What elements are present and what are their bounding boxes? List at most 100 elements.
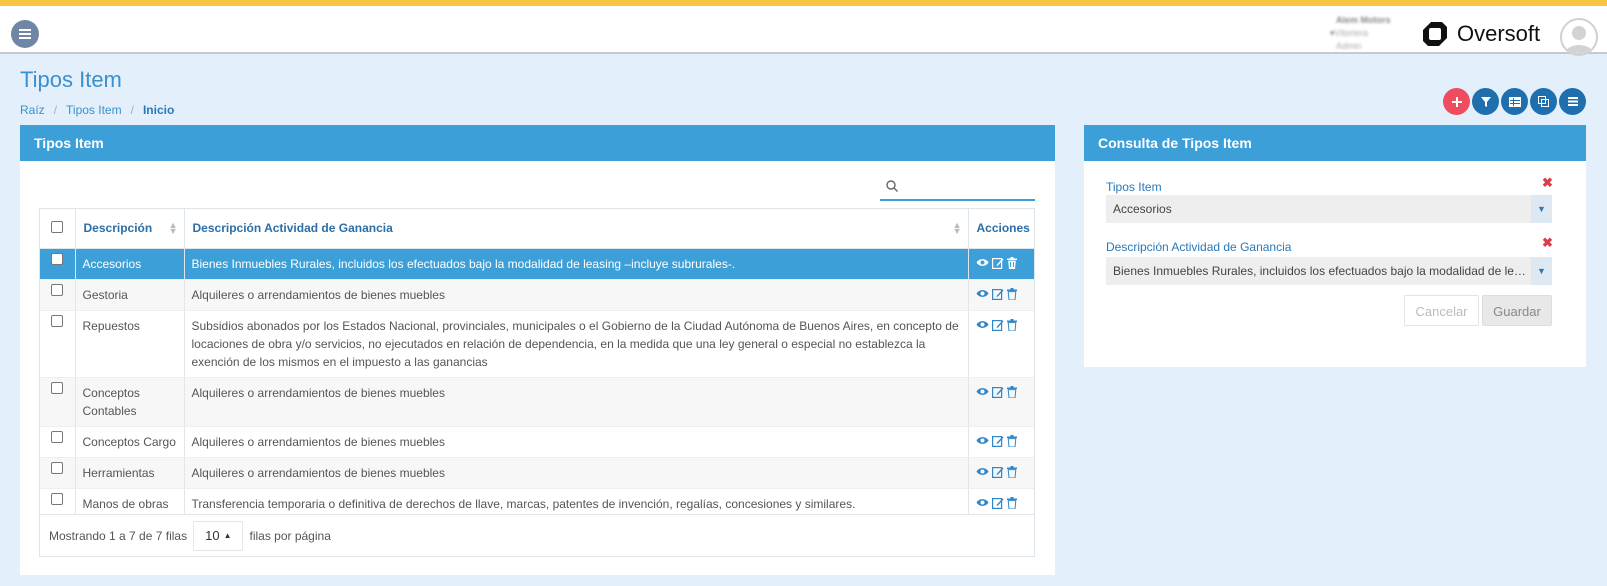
breadcrumb-root[interactable]: Raíz — [20, 103, 45, 117]
delete-icon[interactable] — [1006, 385, 1017, 398]
column-header-descripcion[interactable]: Descripción ▲ ▼ — [75, 209, 185, 249]
clear-tipos-item-icon[interactable]: ✖ — [1542, 175, 1553, 191]
row-checkbox[interactable] — [51, 492, 64, 505]
user-avatar-icon — [1565, 26, 1593, 54]
copy-icon — [1538, 96, 1549, 107]
delete-icon[interactable] — [1006, 496, 1017, 509]
user-role: Admin — [1336, 41, 1362, 51]
view-icon[interactable] — [976, 498, 989, 507]
breadcrumb-separator: / — [130, 103, 134, 117]
row-checkbox[interactable] — [51, 430, 64, 443]
view-icon[interactable] — [976, 320, 989, 329]
brand: Oversoft — [1422, 20, 1540, 48]
cell-acciones — [968, 310, 1034, 378]
clear-actividad-icon[interactable]: ✖ — [1542, 235, 1553, 251]
page-size-dropdown[interactable]: 10 ▲ — [193, 520, 244, 551]
cell-actividad: Alquileres o arrendamientos de bienes mu… — [184, 426, 969, 458]
table-row[interactable]: Gestoria Alquileres o arrendamientos de … — [40, 279, 1034, 311]
search-input[interactable] — [906, 176, 1031, 198]
delete-icon[interactable] — [1006, 256, 1017, 269]
row-check-cell — [40, 457, 76, 489]
cell-acciones — [968, 426, 1034, 458]
cell-acciones — [968, 457, 1034, 489]
avatar[interactable] — [1560, 18, 1598, 56]
save-button[interactable]: Guardar — [1482, 295, 1552, 326]
select-all-checkbox[interactable] — [51, 220, 64, 233]
actividad-select[interactable]: Bienes Inmuebles Rurales, incluidos los … — [1106, 257, 1531, 285]
grid-icon — [1508, 96, 1521, 107]
row-check-cell — [40, 248, 76, 280]
column-header-label: Descripción Actividad de Ganancia — [192, 221, 393, 236]
hamburger-icon — [19, 29, 31, 39]
chevron-down-icon[interactable]: ▼ — [1531, 195, 1552, 223]
table-row[interactable]: Repuestos Subsidios abonados por los Est… — [40, 310, 1034, 378]
edit-icon[interactable] — [991, 288, 1004, 300]
view-icon[interactable] — [976, 436, 989, 445]
cell-acciones — [968, 248, 1034, 280]
delete-icon[interactable] — [1006, 465, 1017, 478]
user-company: Vitoriera — [1318, 27, 1398, 40]
row-checkbox[interactable] — [51, 283, 64, 296]
row-checkbox[interactable] — [51, 252, 64, 265]
breadcrumb-current: Inicio — [142, 103, 175, 117]
page-size-value: 10 — [205, 528, 220, 543]
columns-button[interactable] — [1501, 88, 1528, 115]
brand-name: Oversoft — [1457, 21, 1541, 46]
row-check-cell — [40, 279, 76, 311]
delete-icon[interactable] — [1006, 287, 1017, 300]
list-panel-title: Tipos Item — [20, 125, 1055, 161]
edit-icon[interactable] — [991, 319, 1004, 331]
delete-icon[interactable] — [1006, 434, 1017, 447]
delete-icon[interactable] — [1006, 318, 1017, 331]
add-button[interactable] — [1443, 88, 1470, 115]
menu-button[interactable] — [11, 20, 39, 48]
edit-icon[interactable] — [991, 466, 1004, 478]
user-info[interactable]: Alem Motors Vitoriera Admin — [1318, 14, 1398, 53]
copy-button[interactable] — [1530, 88, 1557, 115]
edit-icon[interactable] — [991, 497, 1004, 509]
filter-icon — [1480, 96, 1491, 107]
column-header-actividad[interactable]: Descripción Actividad de Ganancia ▲ ▼ — [184, 209, 969, 249]
field-tipos-item-label: Tipos Item — [1106, 180, 1162, 194]
row-check-cell — [40, 377, 76, 427]
plus-icon — [1451, 96, 1462, 107]
row-checkbox[interactable] — [51, 314, 64, 327]
row-checkbox[interactable] — [51, 381, 64, 394]
tipos-item-select[interactable]: Accesorios — [1106, 195, 1552, 223]
cell-actividad: Subsidios abonados por los Estados Nacio… — [184, 310, 969, 378]
table-footer: Mostrando 1 a 7 de 7 filas 10 ▲ filas por… — [40, 514, 1034, 556]
items-table: Descripción ▲ ▼ Descripción Actividad de G… — [39, 208, 1035, 557]
list-button[interactable] — [1559, 88, 1586, 115]
breadcrumb-separator: / — [53, 103, 58, 117]
table-row[interactable]: Conceptos Contables Alquileres o arrenda… — [40, 377, 1034, 427]
edit-icon[interactable] — [991, 257, 1004, 269]
cancel-button[interactable]: Cancelar — [1404, 295, 1479, 326]
row-check-cell — [40, 426, 76, 458]
chevron-down-icon[interactable]: ▼ — [1531, 257, 1552, 285]
view-icon[interactable] — [976, 387, 989, 396]
row-checkbox[interactable] — [51, 461, 64, 474]
caret-up-icon: ▲ — [223, 531, 232, 540]
cell-actividad: Bienes Inmuebles Rurales, incluidos los … — [184, 248, 969, 280]
view-icon[interactable] — [976, 289, 989, 298]
row-check-cell — [40, 310, 76, 378]
query-panel-title: Consulta de Tipos Item — [1084, 125, 1586, 161]
edit-icon[interactable] — [991, 435, 1004, 447]
column-header-acciones: Acciones — [968, 209, 1034, 249]
cell-acciones — [968, 279, 1034, 311]
user-name: Alem Motors — [1336, 15, 1391, 25]
table-row[interactable]: Accesorios Bienes Inmuebles Rurales, inc… — [40, 248, 1034, 280]
view-icon[interactable] — [976, 258, 989, 267]
column-header-label: Descripción — [83, 221, 153, 236]
edit-icon[interactable] — [991, 386, 1004, 398]
breadcrumb-tipos-item[interactable]: Tipos Item — [66, 103, 122, 117]
top-bar: Alem Motors Vitoriera Admin Oversoft — [0, 6, 1607, 56]
cell-descripcion: Accesorios — [75, 248, 185, 280]
filter-button[interactable] — [1472, 88, 1499, 115]
sort-icon: ▲ ▼ — [952, 220, 962, 236]
table-row[interactable]: Herramientas Alquileres o arrendamientos… — [40, 457, 1034, 489]
breadcrumb: Raíz / Tipos Item / Inicio — [20, 103, 174, 117]
view-icon[interactable] — [976, 467, 989, 476]
query-panel: Consulta de Tipos Item Tipos Item ✖ Acce… — [1084, 125, 1586, 367]
table-row[interactable]: Conceptos Cargo Alquileres o arrendamien… — [40, 426, 1034, 458]
